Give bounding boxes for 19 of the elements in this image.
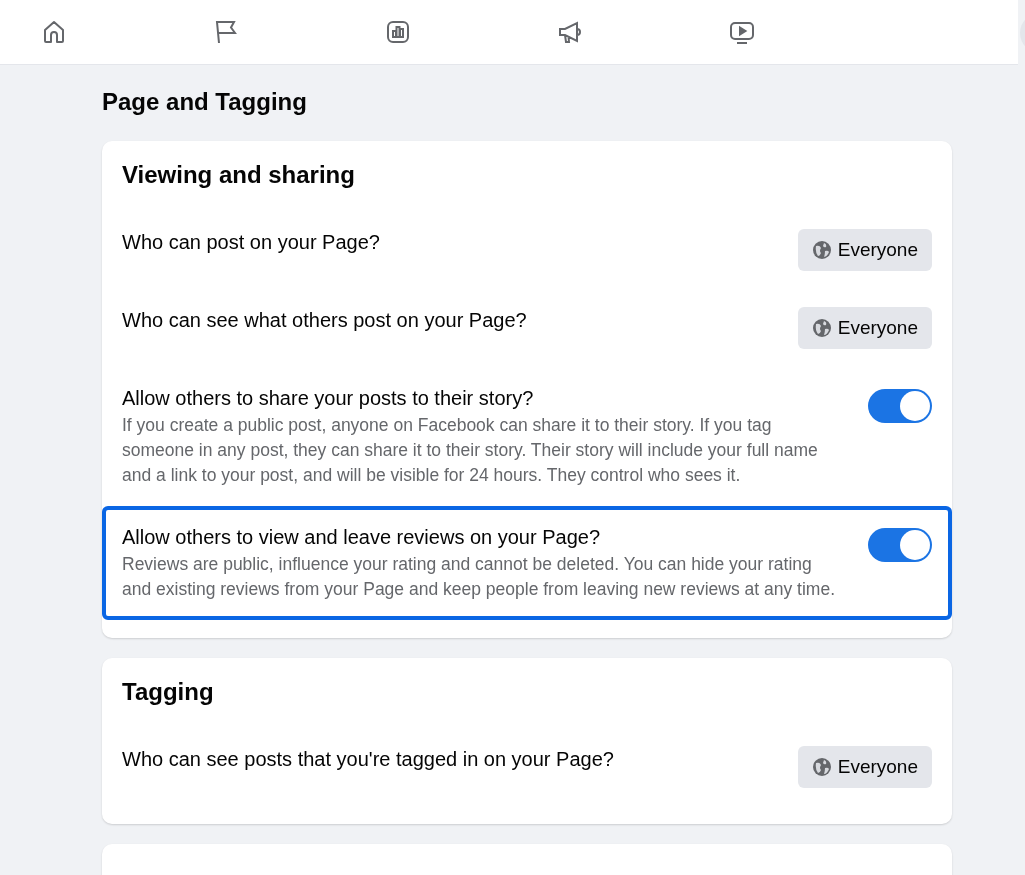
setting-label: Who can see posts that you're tagged in on your Page? — [122, 747, 614, 772]
section-heading: Viewing and sharing — [121, 160, 356, 190]
globe-icon — [811, 318, 832, 338]
setting-label: Allow others to view and leave reviews on your Page? — [122, 525, 602, 550]
setting-label: Allow others to share your posts to their story? — [122, 386, 535, 411]
audience-button[interactable]: Everyone — [797, 307, 932, 349]
setting-description: If you create a public post, anyone on Facebook can share it to their story. If you tag someone in any post, they can share it to their story. Their story will include your full name and a link to your post, and will be visible for 24 hours. They control who sees it. — [122, 414, 819, 487]
setting-label: Who can see what others post on your Page? — [122, 308, 527, 333]
audience-button[interactable]: Everyone — [797, 746, 932, 788]
toggle-switch[interactable] — [868, 389, 932, 423]
toggle-switch[interactable] — [868, 528, 932, 562]
page-title: Page and Tagging — [102, 87, 308, 117]
setting-description: Reviews are public, influence your rating and cannot be deleted. You can hide your rating and existing reviews from your Page and keep people from leaving new reviews at any time. — [122, 553, 836, 601]
bar-chart-icon[interactable] — [384, 18, 412, 46]
audience-button[interactable]: Everyone — [797, 229, 932, 271]
setting-label: Who can post on your Page? — [122, 230, 380, 255]
section-heading: Tagging — [121, 677, 215, 707]
globe-icon — [811, 757, 832, 777]
globe-icon — [811, 240, 832, 260]
